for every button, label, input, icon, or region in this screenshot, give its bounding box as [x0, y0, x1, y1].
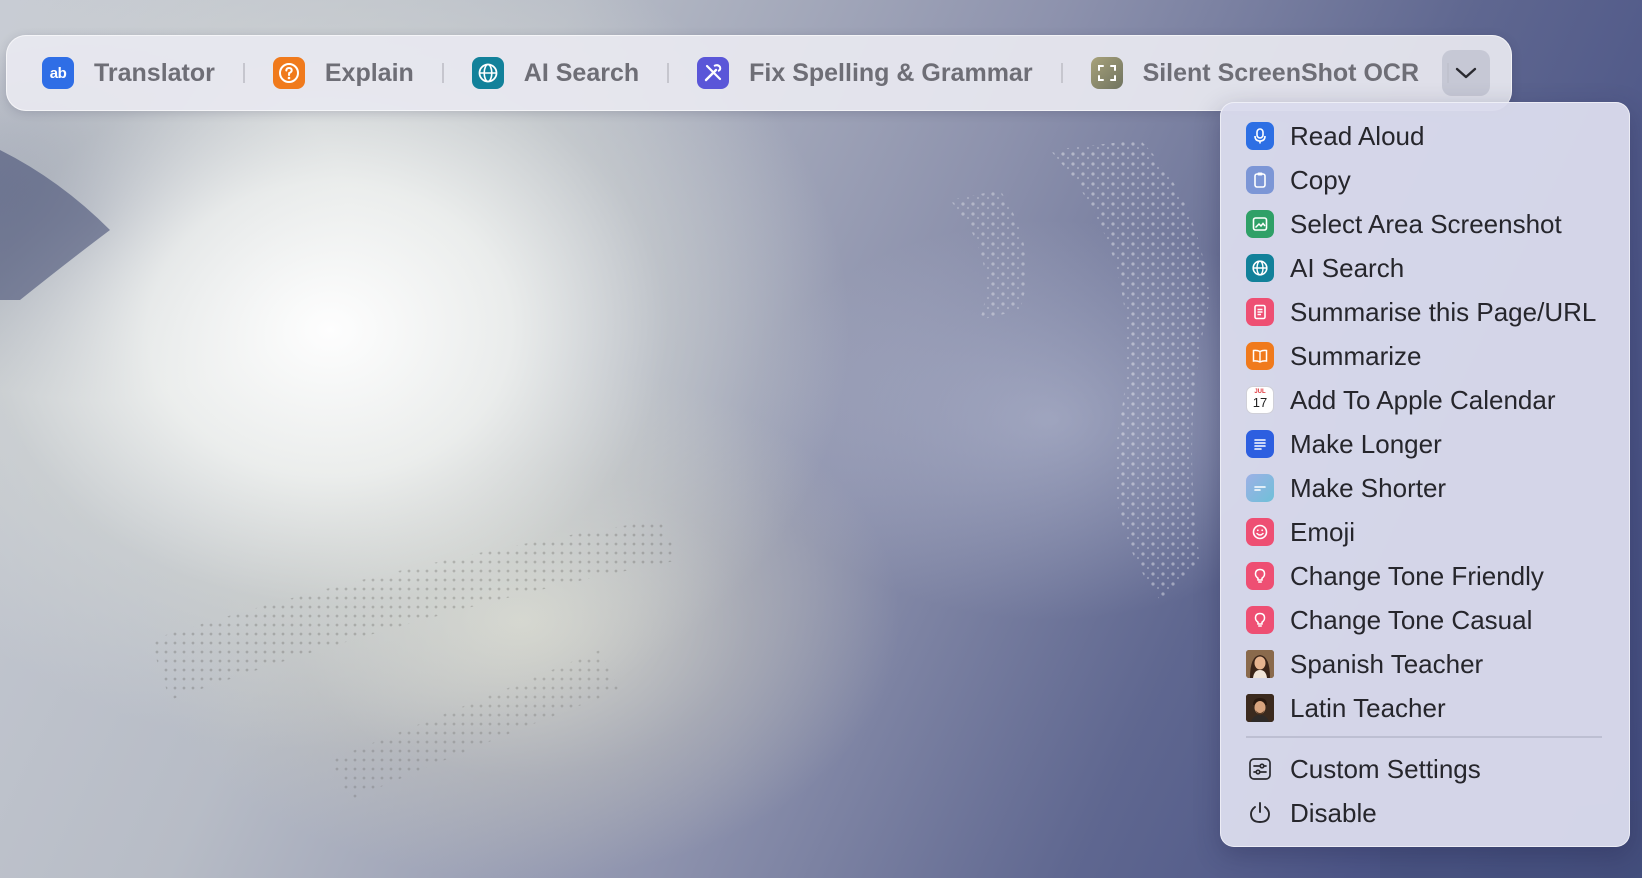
menu-item-label: Latin Teacher [1290, 692, 1446, 723]
toolbar-separator [441, 63, 444, 83]
menu-item-label: Read Aloud [1290, 120, 1425, 151]
globe-icon [1246, 254, 1274, 282]
menu-item-select-area-screenshot[interactable]: Select Area Screenshot [1246, 202, 1616, 246]
menu-item-change-tone-casual[interactable]: Change Tone Casual [1246, 598, 1616, 642]
menu-item-label: AI Search [1290, 252, 1405, 283]
menu-item-disable[interactable]: Disable [1246, 791, 1616, 835]
toolbar-fix-spelling-button[interactable]: Fix Spelling & Grammar [697, 57, 1033, 89]
globe-icon [471, 57, 504, 89]
tools-icon [697, 57, 730, 89]
toolbar-silent-screenshot-ocr-button[interactable]: Silent ScreenShot OCR [1090, 57, 1420, 89]
menu-item-make-shorter[interactable]: Make Shorter [1246, 466, 1616, 510]
power-icon [1246, 799, 1274, 827]
menu-divider [1246, 736, 1602, 738]
book-icon [1246, 342, 1274, 370]
document-icon [1246, 298, 1274, 326]
toolbar-separator [1060, 63, 1063, 83]
lines-long-icon [1246, 430, 1274, 458]
toolbar-item-label: AI Search [523, 58, 640, 87]
menu-item-label: Change Tone Casual [1290, 604, 1533, 635]
avatar-woman-icon [1246, 650, 1274, 678]
calendar-day: 17 [1252, 395, 1268, 410]
sliders-icon [1246, 755, 1274, 783]
menu-item-label: Spanish Teacher [1290, 648, 1484, 679]
menu-item-label: Copy [1290, 164, 1351, 195]
menu-item-label: Summarise this Page/URL [1290, 296, 1597, 327]
toolbar-explain-button[interactable]: Explain [272, 57, 414, 89]
calendar-icon: JUL 17 [1246, 386, 1274, 414]
menu-item-spanish-teacher[interactable]: Spanish Teacher [1246, 642, 1616, 686]
question-circle-icon [272, 57, 305, 89]
menu-item-read-aloud[interactable]: Read Aloud [1246, 114, 1616, 158]
toolbar-separator [242, 63, 245, 83]
menu-item-make-longer[interactable]: Make Longer [1246, 422, 1616, 466]
menu-item-label: Add To Apple Calendar [1290, 384, 1556, 415]
menu-item-custom-settings[interactable]: Custom Settings [1246, 747, 1616, 791]
toolbar-item-label: Translator [94, 58, 215, 87]
menu-item-label: Make Shorter [1290, 472, 1447, 503]
lightbulb-icon [1246, 606, 1274, 634]
menu-item-label: Disable [1290, 797, 1377, 828]
quick-actions-toolbar: ab Translator Explain AI Search Fix Spel… [6, 35, 1512, 111]
lightbulb-icon [1246, 562, 1274, 590]
clipboard-icon [1246, 166, 1274, 194]
menu-item-summarise-page-url[interactable]: Summarise this Page/URL [1246, 290, 1616, 334]
menu-item-label: Make Longer [1290, 428, 1442, 459]
menu-item-summarize[interactable]: Summarize [1246, 334, 1616, 378]
menu-item-latin-teacher[interactable]: Latin Teacher [1246, 686, 1616, 730]
more-actions-menu: Read Aloud Copy Select Area Screenshot A… [1220, 102, 1630, 847]
chevron-down-icon [1455, 67, 1477, 79]
screenshot-frame-icon [1090, 57, 1123, 89]
menu-item-add-to-apple-calendar[interactable]: JUL 17 Add To Apple Calendar [1246, 378, 1616, 422]
microphone-icon [1246, 122, 1274, 150]
menu-item-label: Select Area Screenshot [1290, 208, 1562, 239]
avatar-man-icon [1246, 694, 1274, 722]
toolbar-item-label: Fix Spelling & Grammar [749, 58, 1033, 87]
menu-items-list: Read Aloud Copy Select Area Screenshot A… [1246, 114, 1616, 835]
image-icon [1246, 210, 1274, 238]
menu-item-label: Summarize [1290, 340, 1422, 371]
menu-item-label: Custom Settings [1290, 753, 1481, 784]
toolbar-separator [667, 63, 670, 83]
lines-short-icon [1246, 474, 1274, 502]
toolbar-ai-search-button[interactable]: AI Search [471, 57, 640, 89]
toolbar-translator-button[interactable]: ab Translator [42, 57, 215, 89]
menu-item-emoji[interactable]: Emoji [1246, 510, 1616, 554]
translator-ab-icon: ab [42, 57, 74, 89]
toolbar-item-label: Silent ScreenShot OCR [1142, 58, 1420, 87]
toolbar-item-label: Explain [324, 58, 414, 87]
menu-item-change-tone-friendly[interactable]: Change Tone Friendly [1246, 554, 1616, 598]
menu-item-label: Emoji [1290, 516, 1356, 547]
menu-item-label: Change Tone Friendly [1290, 560, 1544, 591]
toolbar-more-button[interactable] [1442, 50, 1490, 96]
smiley-icon [1246, 518, 1274, 546]
menu-item-copy[interactable]: Copy [1246, 158, 1616, 202]
menu-item-ai-search[interactable]: AI Search [1246, 246, 1616, 290]
